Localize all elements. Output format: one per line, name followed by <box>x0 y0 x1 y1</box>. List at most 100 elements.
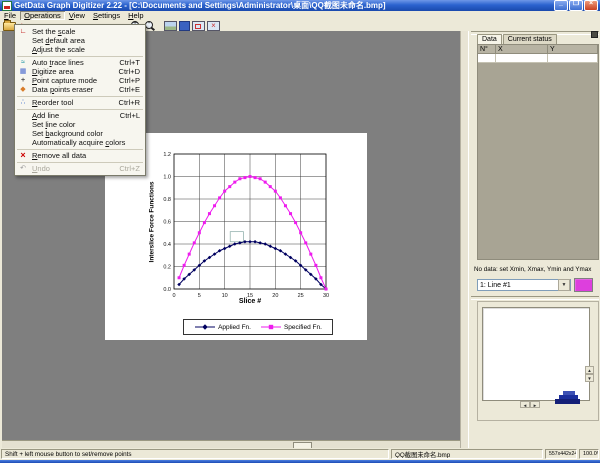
y-axis-label: Interslice Force Functions <box>149 155 159 290</box>
menu-item-digitize-area[interactable]: Digitize area Ctrl+D <box>15 67 145 76</box>
menu-item-set-line-color[interactable]: Set line color <box>15 120 145 129</box>
reorder-icon <box>17 98 29 107</box>
menu-item-add-line[interactable]: Add lineCtrl+L <box>15 111 145 120</box>
legend-label: Specified Fn. <box>284 324 322 331</box>
menu-view[interactable]: View <box>65 11 89 20</box>
view-image-icon[interactable] <box>164 21 177 31</box>
solid-color-icon[interactable] <box>179 21 190 31</box>
menu-item-reorder-tool[interactable]: Reorder tool Ctrl+R <box>15 98 145 107</box>
menu-item-label: Set background color <box>32 129 103 138</box>
menu-item-label: Data points eraser <box>32 85 93 94</box>
column-header: X <box>496 45 548 54</box>
menu-shortcut: Ctrl+E <box>119 85 145 94</box>
restore-button[interactable]: ❐ <box>569 0 583 11</box>
tab-current-status[interactable]: Current status <box>503 34 557 44</box>
legend-item: Applied Fn. <box>194 323 251 331</box>
fit-image-icon[interactable] <box>207 21 220 31</box>
menu-operations[interactable]: Operations <box>20 11 65 20</box>
chevron-down-icon[interactable]: ▼ <box>558 279 570 291</box>
menu-item-label: Undo <box>32 164 50 173</box>
menu-settings[interactable]: Settings <box>89 11 124 20</box>
svg-text:1.2: 1.2 <box>163 152 171 158</box>
svg-text:0.2: 0.2 <box>163 265 171 271</box>
menu-item-label: Set line color <box>32 120 75 129</box>
table-row <box>478 54 598 63</box>
menu-item-remove-all-data[interactable]: Remove all data <box>15 151 145 160</box>
menu-item-label: Reorder tool <box>32 98 73 107</box>
menu-separator <box>17 109 143 110</box>
remove-icon <box>17 151 29 160</box>
status-bar: Shift + left mouse button to set/remove … <box>0 448 600 460</box>
status-hint: Shift + left mouse button to set/remove … <box>1 449 389 459</box>
no-data-message: No data: set Xmin, Xmax, Ymin and Ymax <box>474 266 600 273</box>
menu-item-adjust-the-scale[interactable]: Adjust the scale <box>15 45 145 54</box>
menu-shortcut: Ctrl+Z <box>119 164 145 173</box>
x-axis-label: Slice # <box>174 298 326 305</box>
line-color-swatch[interactable] <box>574 278 593 292</box>
trace-icon <box>17 58 29 67</box>
menu-item-label: Point capture mode <box>32 76 97 85</box>
panel-tabs: DataCurrent status <box>477 34 599 44</box>
magnifier-preview: ▲ ▼ ◄ ► <box>477 301 599 421</box>
scale-icon <box>17 27 29 36</box>
menu-separator <box>17 96 143 97</box>
status-zoom-level: 100.0% <box>579 449 599 459</box>
legend-marker-icon <box>260 323 282 331</box>
menu-item-automatically-acquire-colors[interactable]: Automatically acquire colors <box>15 138 145 147</box>
undo-icon <box>17 164 29 173</box>
menu-separator <box>17 56 143 57</box>
capture-icon <box>17 76 29 85</box>
menu-bar: FileOperationsViewSettingsHelp <box>0 11 600 20</box>
status-filename: QQ截图未命名.bmp <box>391 449 543 459</box>
menu-item-data-points-eraser[interactable]: Data points eraser Ctrl+E <box>15 85 145 94</box>
menu-item-point-capture-mode[interactable]: Point capture mode Ctrl+P <box>15 76 145 85</box>
chart-legend: Applied Fn. Specified Fn. <box>183 319 333 335</box>
close-button[interactable]: × <box>584 0 598 11</box>
minimize-button[interactable]: _ <box>554 0 568 11</box>
menu-shortcut: Ctrl+L <box>120 111 145 120</box>
pan-right-button[interactable]: ► <box>530 401 540 408</box>
operations-menu: Set the scaleSet default areaAdjust the … <box>14 24 146 176</box>
menu-item-set-default-area[interactable]: Set default area <box>15 36 145 45</box>
menu-item-label: Auto trace lines <box>32 58 84 67</box>
line-select[interactable]: 1: Line #1 ▼ <box>477 279 571 291</box>
menu-shortcut: Ctrl+R <box>119 98 145 107</box>
line-select-value: 1: Line #1 <box>480 282 511 289</box>
menu-separator <box>17 162 143 163</box>
panel-divider <box>471 296 599 300</box>
legend-item: Specified Fn. <box>260 323 322 331</box>
menu-item-set-the-scale[interactable]: Set the scale <box>15 27 145 36</box>
menu-item-set-background-color[interactable]: Set background color <box>15 129 145 138</box>
menu-shortcut: Ctrl+P <box>119 76 145 85</box>
svg-text:0.4: 0.4 <box>163 242 171 248</box>
menu-item-label: Remove all data <box>32 151 86 160</box>
menu-shortcut: Ctrl+D <box>119 67 145 76</box>
preview-pixels <box>555 399 580 404</box>
menu-item-label: Digitize area <box>32 67 74 76</box>
pan-down-button[interactable]: ▼ <box>585 374 594 382</box>
eraser-icon <box>17 85 29 94</box>
column-header: N° <box>478 45 496 54</box>
svg-text:0.8: 0.8 <box>163 197 171 203</box>
window-title: GetData Graph Digitizer 2.22 - [C:\Docum… <box>14 0 386 11</box>
menu-item-auto-trace-lines[interactable]: Auto trace lines Ctrl+T <box>15 58 145 67</box>
svg-text:0.6: 0.6 <box>163 220 171 226</box>
preview-viewport[interactable] <box>482 307 590 401</box>
data-table-header: N°XY <box>478 45 598 54</box>
menu-item-label: Set the scale <box>32 27 75 36</box>
menu-file[interactable]: File <box>0 11 20 20</box>
pan-left-button[interactable]: ◄ <box>520 401 530 408</box>
menu-item-label: Automatically acquire colors <box>32 138 125 147</box>
canvas-hscrollbar[interactable] <box>2 440 460 448</box>
svg-text:1.0: 1.0 <box>163 175 171 181</box>
side-panel: DataCurrent status N°XY No data: set Xmi… <box>468 31 600 448</box>
zoom-window-icon[interactable] <box>192 21 205 31</box>
menu-shortcut: Ctrl+T <box>119 58 145 67</box>
legend-marker-icon <box>194 323 216 331</box>
data-table: N°XY <box>477 44 599 260</box>
menu-item-label: Adjust the scale <box>32 45 85 54</box>
column-header: Y <box>548 45 598 54</box>
status-image-dimensions: 557x442x24 <box>545 449 577 459</box>
pan-up-button[interactable]: ▲ <box>585 366 594 374</box>
line-selector-row: 1: Line #1 ▼ <box>477 278 593 292</box>
